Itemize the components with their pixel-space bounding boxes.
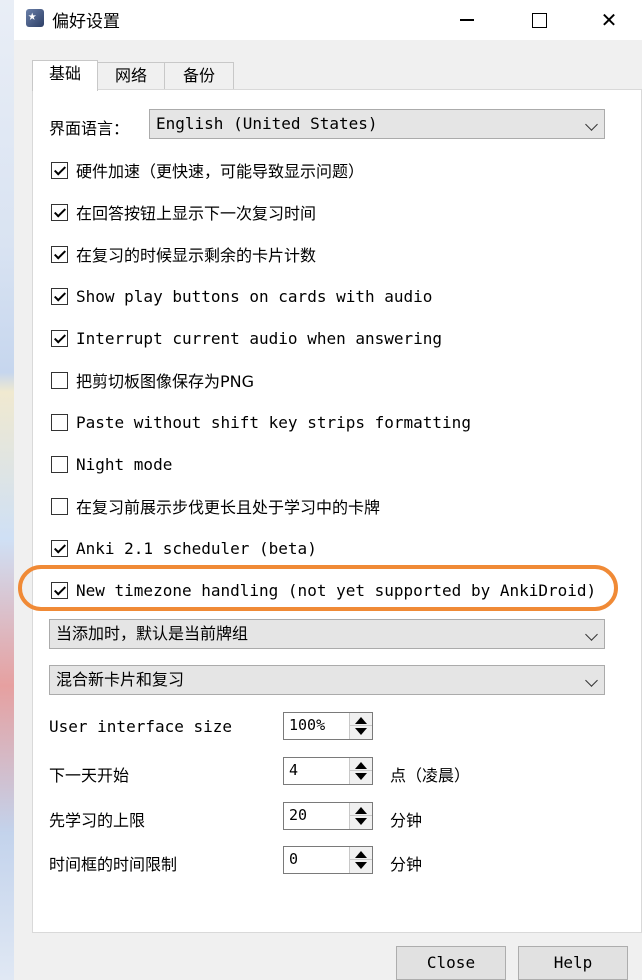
option-label: New timezone handling (not yet supported… — [76, 580, 597, 600]
help-button[interactable]: Help — [518, 946, 628, 980]
learn-ahead-value: 20 — [289, 806, 308, 824]
basic-settings-panel: 界面语言： English (United States) 硬件加速（更快速，可… — [32, 89, 642, 933]
add-default-select-value: 当添加时，默认是当前牌组 — [56, 624, 249, 643]
chevron-down-icon — [585, 118, 598, 131]
language-select[interactable]: English (United States) — [149, 109, 605, 139]
spin-down-icon[interactable] — [355, 862, 367, 869]
checkbox[interactable] — [51, 539, 68, 557]
spin-up-icon[interactable] — [355, 717, 367, 724]
option-label: Show play buttons on cards with audio — [76, 286, 433, 306]
spin-arrows[interactable] — [349, 847, 372, 873]
learn-ahead-unit: 分钟 — [390, 811, 423, 830]
checkbox[interactable] — [51, 161, 68, 179]
close-window-button[interactable]: ✕ — [586, 0, 632, 40]
learn-ahead-spinbox[interactable]: 20 — [283, 802, 373, 830]
next-day-unit: 点（凌晨） — [390, 766, 471, 785]
option-label: 把剪切板图像保存为PNG — [76, 372, 255, 391]
option-new-timezone[interactable]: New timezone handling (not yet supported… — [51, 580, 596, 600]
option-paste-png[interactable]: 把剪切板图像保存为PNG — [51, 370, 255, 391]
spin-up-icon[interactable] — [355, 851, 367, 858]
option-interrupt-audio[interactable]: Interrupt current audio when answering — [51, 328, 442, 348]
mix-mode-select-value: 混合新卡片和复习 — [56, 670, 185, 689]
spin-down-icon[interactable] — [355, 728, 367, 735]
option-v2-scheduler[interactable]: Anki 2.1 scheduler (beta) — [51, 538, 317, 558]
checkbox[interactable] — [51, 203, 68, 221]
add-default-deck-select[interactable]: 当添加时，默认是当前牌组 — [49, 619, 605, 649]
tab-basic[interactable]: 基础 — [32, 60, 98, 91]
tab-network[interactable]: 网络 — [96, 62, 166, 90]
close-button[interactable]: Close — [396, 946, 506, 980]
chevron-down-icon — [585, 628, 598, 641]
checkbox[interactable] — [51, 371, 68, 389]
ui-size-label: User interface size — [49, 717, 233, 736]
spin-arrows[interactable] — [349, 758, 372, 784]
maximize-icon — [531, 12, 547, 28]
close-icon: ✕ — [600, 8, 618, 32]
title-bar: 偏好设置 ✕ — [14, 0, 642, 40]
option-show-next-review-time[interactable]: 在回答按钮上显示下一次复习时间 — [51, 202, 317, 223]
option-show-remaining-count[interactable]: 在复习的时候显示剩余的卡片计数 — [51, 244, 317, 265]
option-label: 在复习的时候显示剩余的卡片计数 — [76, 246, 317, 265]
spin-up-icon[interactable] — [355, 762, 367, 769]
language-select-value: English (United States) — [156, 114, 378, 133]
spin-arrows[interactable] — [349, 803, 372, 829]
checkbox[interactable] — [51, 455, 68, 473]
tab-backup[interactable]: 备份 — [164, 62, 234, 90]
minimize-icon — [460, 19, 474, 21]
checkbox[interactable] — [51, 497, 68, 515]
option-hardware-accel[interactable]: 硬件加速（更快速，可能导致显示问题） — [51, 160, 365, 181]
mix-mode-select[interactable]: 混合新卡片和复习 — [49, 665, 605, 695]
option-label: Paste without shift key strips formattin… — [76, 412, 471, 432]
option-show-learning-cards-first[interactable]: 在复习前展示步伐更长且处于学习中的卡牌 — [51, 496, 381, 517]
next-day-spinbox[interactable]: 4 — [283, 757, 373, 785]
spin-down-icon[interactable] — [355, 773, 367, 780]
checkbox[interactable] — [51, 287, 68, 305]
language-label: 界面语言： — [49, 119, 130, 138]
learn-ahead-label: 先学习的上限 — [49, 811, 146, 830]
option-label: Anki 2.1 scheduler (beta) — [76, 538, 317, 558]
next-day-label: 下一天开始 — [49, 766, 130, 785]
option-label: 在回答按钮上显示下一次复习时间 — [76, 204, 317, 223]
checkbox[interactable] — [51, 329, 68, 347]
checkbox[interactable] — [51, 581, 68, 599]
next-day-value: 4 — [289, 761, 299, 779]
spin-up-icon[interactable] — [355, 807, 367, 814]
timebox-label: 时间框的时间限制 — [49, 855, 178, 874]
timebox-value: 0 — [289, 850, 299, 868]
spin-arrows[interactable] — [349, 713, 372, 739]
checkbox[interactable] — [51, 245, 68, 263]
preferences-window: 偏好设置 ✕ 基础 网络 备份 界面语言： English (United St… — [14, 0, 642, 980]
timebox-unit: 分钟 — [390, 855, 423, 874]
option-label: Night mode — [76, 454, 173, 474]
timebox-spinbox[interactable]: 0 — [283, 846, 373, 874]
option-label: Interrupt current audio when answering — [76, 328, 443, 348]
option-paste-strips-formatting[interactable]: Paste without shift key strips formattin… — [51, 412, 471, 432]
ui-size-value: 100% — [289, 716, 326, 734]
option-show-play-buttons[interactable]: Show play buttons on cards with audio — [51, 286, 432, 306]
option-label: 在复习前展示步伐更长且处于学习中的卡牌 — [76, 498, 381, 517]
option-night-mode[interactable]: Night mode — [51, 454, 172, 474]
spin-down-icon[interactable] — [355, 818, 367, 825]
ui-size-spinbox[interactable]: 100% — [283, 712, 373, 740]
option-label: 硬件加速（更快速，可能导致显示问题） — [76, 162, 365, 181]
minimize-button[interactable] — [444, 0, 490, 40]
anki-app-icon — [26, 8, 44, 27]
maximize-button[interactable] — [516, 0, 562, 40]
background-app-strip — [0, 0, 14, 980]
chevron-down-icon — [585, 674, 598, 687]
checkbox[interactable] — [51, 413, 68, 431]
window-title: 偏好设置 — [52, 12, 120, 32]
